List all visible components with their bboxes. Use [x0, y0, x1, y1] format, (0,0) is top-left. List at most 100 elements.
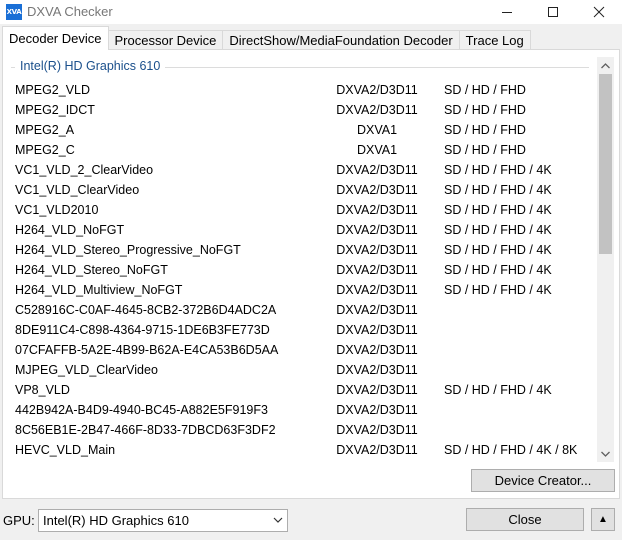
list-item[interactable]: VC1_VLD_ClearVideo DXVA2/D3D11 SD / HD / F…	[15, 180, 595, 200]
decoder-name: H264_VLD_Stereo_NoFGT	[15, 263, 168, 277]
list-item[interactable]: HEVC_VLD_Main DXVA2/D3D11 SD / HD / FHD / …	[15, 440, 595, 460]
decoder-api: DXVA2/D3D11	[336, 223, 418, 237]
close-button[interactable]: Close	[466, 508, 584, 531]
decoder-name: H264_VLD_NoFGT	[15, 223, 125, 237]
dxva-checker-window: XVA DXVA Checker Decoder Device Processo…	[0, 0, 622, 540]
list-item[interactable]: VC1_VLD_2_ClearVideo DXVA2/D3D11 SD / HD /…	[15, 160, 595, 180]
title-bar: XVA DXVA Checker	[0, 0, 622, 24]
decoder-name: MPEG2_IDCT	[15, 103, 95, 117]
decoder-api: DXVA2/D3D11	[336, 423, 418, 437]
decoder-name: VC1_VLD2010	[15, 203, 99, 217]
decoder-api: DXVA1	[356, 123, 398, 137]
maximize-icon	[548, 7, 558, 17]
scroll-up-button[interactable]	[597, 57, 614, 74]
decoder-resolutions: SD / HD / FHD / 4K	[444, 203, 552, 217]
decoder-api: DXVA2/D3D11	[336, 243, 418, 257]
decoder-api: DXVA2/D3D11	[336, 203, 418, 217]
decoder-api: DXVA2/D3D11	[336, 343, 418, 357]
decoder-resolutions: SD / HD / FHD	[444, 83, 526, 97]
window-title: DXVA Checker	[27, 4, 113, 19]
list-item[interactable]: C528916C-C0AF-4645-8CB2-372B6D4ADC2A DXVA…	[15, 300, 595, 320]
app-icon: XVA	[6, 4, 22, 20]
decoder-name: 8C56EB1E-2B47-466F-8D33-7DBCD63F3DF2	[15, 423, 276, 437]
list-item[interactable]: MJPEG_VLD_ClearVideo DXVA2/D3D11	[15, 360, 595, 380]
decoder-api: DXVA2/D3D11	[336, 443, 418, 457]
decoder-api: DXVA2/D3D11	[336, 383, 418, 397]
list-item[interactable]: MPEG2_VLD DXVA2/D3D11 SD / HD / FHD	[15, 80, 595, 100]
decoder-api: DXVA2/D3D11	[336, 303, 418, 317]
decoder-api: DXVA2/D3D11	[336, 163, 418, 177]
tab-strip: Decoder Device Processor Device DirectSh…	[2, 26, 531, 50]
decoder-api: DXVA2/D3D11	[336, 323, 418, 337]
decoder-resolutions: SD / HD / FHD / 4K	[444, 263, 552, 277]
tab-decoder-device[interactable]: Decoder Device	[2, 26, 109, 50]
decoder-name: MPEG2_C	[15, 143, 75, 157]
decoder-name: VP8_VLD	[15, 383, 70, 397]
decoder-api: DXVA2/D3D11	[336, 183, 418, 197]
list-item[interactable]: 8DE911C4-C898-4364-9715-1DE6B3FE773D DXVA…	[15, 320, 595, 340]
scroll-thumb[interactable]	[599, 74, 612, 254]
decoder-name: 07CFAFFB-5A2E-4B99-B62A-E4CA53B6D5AA	[15, 343, 279, 357]
gpu-label: GPU:	[3, 513, 35, 528]
decoder-resolutions: SD / HD / FHD / 4K	[444, 243, 552, 257]
decoder-name: MPEG2_A	[15, 123, 75, 137]
decoder-api: DXVA2/D3D11	[336, 103, 418, 117]
list-item[interactable]: H264_VLD_Multiview_NoFGT DXVA2/D3D11 SD / …	[15, 280, 595, 300]
chevron-down-icon	[601, 451, 610, 457]
list-item[interactable]: MPEG2_C DXVA1 SD / HD / FHD	[15, 140, 595, 160]
device-creator-button[interactable]: Device Creator...	[471, 469, 615, 492]
minimize-button[interactable]	[484, 0, 530, 24]
decoder-resolutions: SD / HD / FHD / 4K	[444, 383, 552, 397]
decoder-api: DXVA2/D3D11	[336, 83, 418, 97]
up-arrow-button[interactable]: ▲	[591, 508, 615, 531]
decoder-list[interactable]: MPEG2_VLD DXVA2/D3D11 SD / HD / FHD MPEG2_I…	[15, 80, 595, 462]
tab-trace-log[interactable]: Trace Log	[458, 30, 531, 50]
close-window-button[interactable]	[576, 0, 622, 24]
group-label: Intel(R) HD Graphics 610	[15, 59, 166, 73]
decoder-api: DXVA2/D3D11	[336, 263, 418, 277]
decoder-name: HEVC_VLD_Main	[15, 443, 116, 457]
decoder-name: VC1_VLD_ClearVideo	[15, 183, 140, 197]
list-item[interactable]: 07CFAFFB-5A2E-4B99-B62A-E4CA53B6D5AA DXVA…	[15, 340, 595, 360]
vertical-scrollbar[interactable]	[597, 57, 614, 462]
decoder-resolutions: SD / HD / FHD	[444, 123, 526, 137]
list-item[interactable]: MPEG2_A DXVA1 SD / HD / FHD	[15, 120, 595, 140]
list-item[interactable]: H264_VLD_NoFGT DXVA2/D3D11 SD / HD / FHD /…	[15, 220, 595, 240]
chevron-up-icon	[601, 62, 610, 68]
tab-processor-device[interactable]: Processor Device	[107, 30, 224, 50]
decoder-device-panel: Intel(R) HD Graphics 610 MPEG2_VLD DXVA2/…	[2, 49, 620, 499]
scroll-down-button[interactable]	[597, 445, 614, 462]
triangle-up-icon: ▲	[598, 514, 608, 525]
list-item[interactable]: H264_VLD_Stereo_Progressive_NoFGT DXVA2/D…	[15, 240, 595, 260]
decoder-resolutions: SD / HD / FHD / 4K	[444, 223, 552, 237]
decoder-name: VC1_VLD_2_ClearVideo	[15, 163, 154, 177]
decoder-resolutions: SD / HD / FHD / 4K	[444, 183, 552, 197]
list-item[interactable]: 8C56EB1E-2B47-466F-8D33-7DBCD63F3DF2 DXVA…	[15, 420, 595, 440]
decoder-api: DXVA1	[356, 143, 398, 157]
list-item[interactable]: VC1_VLD2010 DXVA2/D3D11 SD / HD / FHD / 4K	[15, 200, 595, 220]
decoder-resolutions: SD / HD / FHD	[444, 143, 526, 157]
decoder-name: C528916C-C0AF-4645-8CB2-372B6D4ADC2A	[15, 303, 277, 317]
decoder-name: MJPEG_VLD_ClearVideo	[15, 363, 158, 377]
minimize-icon	[502, 12, 512, 13]
gpu-selected-value: Intel(R) HD Graphics 610	[43, 513, 189, 528]
list-item[interactable]: H264_VLD_Stereo_NoFGT DXVA2/D3D11 SD / HD …	[15, 260, 595, 280]
decoder-name: 8DE911C4-C898-4364-9715-1DE6B3FE773D	[15, 323, 270, 337]
maximize-button[interactable]	[530, 0, 576, 24]
decoder-resolutions: SD / HD / FHD	[444, 103, 526, 117]
decoder-resolutions: SD / HD / FHD / 4K	[444, 283, 552, 297]
gpu-select[interactable]: Intel(R) HD Graphics 610	[38, 509, 288, 532]
decoder-name: MPEG2_VLD	[15, 83, 91, 97]
list-item[interactable]: MPEG2_IDCT DXVA2/D3D11 SD / HD / FHD	[15, 100, 595, 120]
decoder-api: DXVA2/D3D11	[336, 363, 418, 377]
decoder-api: DXVA2/D3D11	[336, 283, 418, 297]
list-item[interactable]: 442B942A-B4D9-4940-BC45-A882E5F919F3 DXVA…	[15, 400, 595, 420]
decoder-name: 442B942A-B4D9-4940-BC45-A882E5F919F3	[15, 403, 268, 417]
decoder-name: H264_VLD_Stereo_Progressive_NoFGT	[15, 243, 241, 257]
chevron-down-icon	[273, 517, 283, 523]
decoder-name: H264_VLD_Multiview_NoFGT	[15, 283, 183, 297]
tab-directshow-mediafoundation-decoder[interactable]: DirectShow/MediaFoundation Decoder	[222, 30, 460, 50]
list-item[interactable]: VP8_VLD DXVA2/D3D11 SD / HD / FHD / 4K	[15, 380, 595, 400]
decoder-api: DXVA2/D3D11	[336, 403, 418, 417]
decoder-resolutions: SD / HD / FHD / 4K	[444, 163, 552, 177]
